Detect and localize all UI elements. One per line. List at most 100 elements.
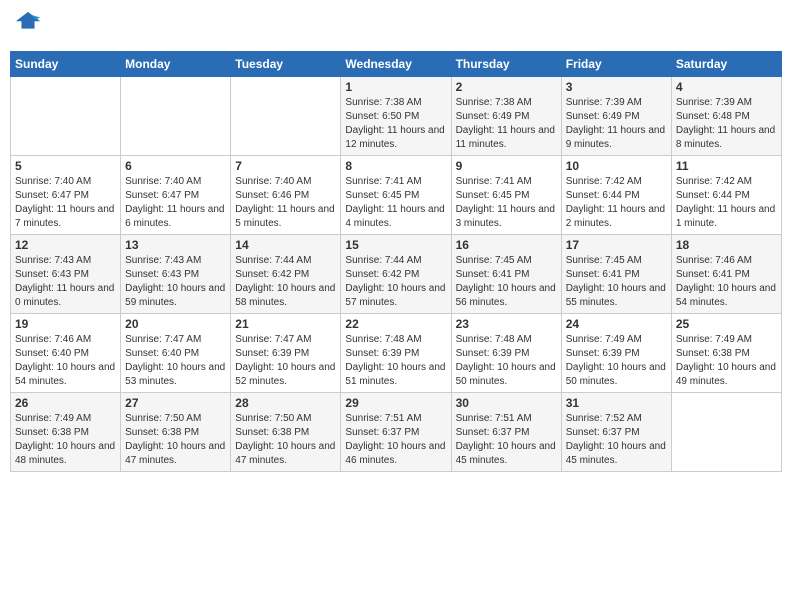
- day-number: 9: [456, 159, 557, 173]
- calendar-cell: 28 Sunrise: 7:50 AM Sunset: 6:38 PM Dayli…: [231, 393, 341, 472]
- calendar-cell: [671, 393, 781, 472]
- calendar-cell: [121, 77, 231, 156]
- calendar-table: SundayMondayTuesdayWednesdayThursdayFrid…: [10, 51, 782, 472]
- day-number: 28: [235, 396, 336, 410]
- day-info: Sunrise: 7:46 AM Sunset: 6:40 PM Dayligh…: [15, 333, 116, 389]
- day-number: 27: [125, 396, 226, 410]
- day-info: Sunrise: 7:50 AM Sunset: 6:38 PM Dayligh…: [235, 412, 336, 468]
- col-header-saturday: Saturday: [671, 52, 781, 77]
- day-info: Sunrise: 7:47 AM Sunset: 6:40 PM Dayligh…: [125, 333, 226, 389]
- calendar-cell: 14 Sunrise: 7:44 AM Sunset: 6:42 PM Dayli…: [231, 235, 341, 314]
- day-info: Sunrise: 7:48 AM Sunset: 6:39 PM Dayligh…: [345, 333, 446, 389]
- calendar-cell: 27 Sunrise: 7:50 AM Sunset: 6:38 PM Dayli…: [121, 393, 231, 472]
- day-info: Sunrise: 7:44 AM Sunset: 6:42 PM Dayligh…: [235, 254, 336, 310]
- calendar-cell: [231, 77, 341, 156]
- day-number: 12: [15, 238, 116, 252]
- day-number: 25: [676, 317, 777, 331]
- day-number: 5: [15, 159, 116, 173]
- day-number: 8: [345, 159, 446, 173]
- calendar-cell: 12Sunrise: 7:43 AM Sunset: 6:43 PM Dayli…: [11, 235, 121, 314]
- calendar-cell: 6Sunrise: 7:40 AM Sunset: 6:47 PM Daylig…: [121, 156, 231, 235]
- col-header-wednesday: Wednesday: [341, 52, 451, 77]
- calendar-cell: 1 Sunrise: 7:38 AM Sunset: 6:50 PM Daylig…: [341, 77, 451, 156]
- calendar-cell: 11Sunrise: 7:42 AM Sunset: 6:44 PM Dayli…: [671, 156, 781, 235]
- calendar-cell: 25 Sunrise: 7:49 AM Sunset: 6:38 PM Dayli…: [671, 314, 781, 393]
- logo: [14, 10, 44, 43]
- day-number: 14: [235, 238, 336, 252]
- calendar-cell: 29 Sunrise: 7:51 AM Sunset: 6:37 PM Dayli…: [341, 393, 451, 472]
- calendar-cell: 17 Sunrise: 7:45 AM Sunset: 6:41 PM Dayli…: [561, 235, 671, 314]
- calendar-cell: 30 Sunrise: 7:51 AM Sunset: 6:37 PM Dayli…: [451, 393, 561, 472]
- day-info: Sunrise: 7:46 AM Sunset: 6:41 PM Dayligh…: [676, 254, 777, 310]
- calendar-cell: 7 Sunrise: 7:40 AM Sunset: 6:46 PM Daylig…: [231, 156, 341, 235]
- col-header-sunday: Sunday: [11, 52, 121, 77]
- calendar-cell: 24 Sunrise: 7:49 AM Sunset: 6:39 PM Dayli…: [561, 314, 671, 393]
- calendar-cell: 13Sunrise: 7:43 AM Sunset: 6:43 PM Dayli…: [121, 235, 231, 314]
- day-number: 7: [235, 159, 336, 173]
- day-number: 16: [456, 238, 557, 252]
- day-number: 1: [345, 80, 446, 94]
- day-number: 20: [125, 317, 226, 331]
- day-number: 23: [456, 317, 557, 331]
- day-info: Sunrise: 7:39 AM Sunset: 6:48 PM Dayligh…: [676, 96, 777, 152]
- calendar-cell: 26Sunrise: 7:49 AM Sunset: 6:38 PM Dayli…: [11, 393, 121, 472]
- logo-icon: [14, 10, 42, 38]
- day-info: Sunrise: 7:50 AM Sunset: 6:38 PM Dayligh…: [125, 412, 226, 468]
- day-number: 24: [566, 317, 667, 331]
- calendar-cell: 22 Sunrise: 7:48 AM Sunset: 6:39 PM Dayli…: [341, 314, 451, 393]
- day-number: 30: [456, 396, 557, 410]
- calendar-cell: 10Sunrise: 7:42 AM Sunset: 6:44 PM Dayli…: [561, 156, 671, 235]
- col-header-friday: Friday: [561, 52, 671, 77]
- day-number: 21: [235, 317, 336, 331]
- col-header-thursday: Thursday: [451, 52, 561, 77]
- calendar-cell: 20 Sunrise: 7:47 AM Sunset: 6:40 PM Dayli…: [121, 314, 231, 393]
- day-number: 29: [345, 396, 446, 410]
- calendar-cell: 3Sunrise: 7:39 AM Sunset: 6:49 PM Daylig…: [561, 77, 671, 156]
- calendar-cell: 9 Sunrise: 7:41 AM Sunset: 6:45 PM Daylig…: [451, 156, 561, 235]
- day-info: Sunrise: 7:51 AM Sunset: 6:37 PM Dayligh…: [345, 412, 446, 468]
- day-info: Sunrise: 7:52 AM Sunset: 6:37 PM Dayligh…: [566, 412, 667, 468]
- week-row-1: 1 Sunrise: 7:38 AM Sunset: 6:50 PM Daylig…: [11, 77, 782, 156]
- calendar-cell: 8 Sunrise: 7:41 AM Sunset: 6:45 PM Daylig…: [341, 156, 451, 235]
- day-info: Sunrise: 7:40 AM Sunset: 6:47 PM Dayligh…: [15, 175, 116, 231]
- day-info: Sunrise: 7:47 AM Sunset: 6:39 PM Dayligh…: [235, 333, 336, 389]
- day-number: 26: [15, 396, 116, 410]
- calendar-cell: 19 Sunrise: 7:46 AM Sunset: 6:40 PM Dayli…: [11, 314, 121, 393]
- day-info: Sunrise: 7:44 AM Sunset: 6:42 PM Dayligh…: [345, 254, 446, 310]
- day-number: 4: [676, 80, 777, 94]
- calendar-cell: 31 Sunrise: 7:52 AM Sunset: 6:37 PM Dayli…: [561, 393, 671, 472]
- day-info: Sunrise: 7:41 AM Sunset: 6:45 PM Dayligh…: [456, 175, 557, 231]
- header-row: SundayMondayTuesdayWednesdayThursdayFrid…: [11, 52, 782, 77]
- day-info: Sunrise: 7:45 AM Sunset: 6:41 PM Dayligh…: [566, 254, 667, 310]
- day-number: 10: [566, 159, 667, 173]
- calendar-cell: 2 Sunrise: 7:38 AM Sunset: 6:49 PM Daylig…: [451, 77, 561, 156]
- day-number: 17: [566, 238, 667, 252]
- week-row-4: 19 Sunrise: 7:46 AM Sunset: 6:40 PM Dayli…: [11, 314, 782, 393]
- day-info: Sunrise: 7:39 AM Sunset: 6:49 PM Dayligh…: [566, 96, 667, 152]
- week-row-5: 26Sunrise: 7:49 AM Sunset: 6:38 PM Dayli…: [11, 393, 782, 472]
- day-info: Sunrise: 7:49 AM Sunset: 6:38 PM Dayligh…: [676, 333, 777, 389]
- calendar-cell: 15 Sunrise: 7:44 AM Sunset: 6:42 PM Dayli…: [341, 235, 451, 314]
- day-info: Sunrise: 7:48 AM Sunset: 6:39 PM Dayligh…: [456, 333, 557, 389]
- day-info: Sunrise: 7:51 AM Sunset: 6:37 PM Dayligh…: [456, 412, 557, 468]
- day-info: Sunrise: 7:49 AM Sunset: 6:39 PM Dayligh…: [566, 333, 667, 389]
- day-number: 22: [345, 317, 446, 331]
- calendar-cell: [11, 77, 121, 156]
- day-number: 2: [456, 80, 557, 94]
- col-header-tuesday: Tuesday: [231, 52, 341, 77]
- day-info: Sunrise: 7:41 AM Sunset: 6:45 PM Dayligh…: [345, 175, 446, 231]
- col-header-monday: Monday: [121, 52, 231, 77]
- calendar-cell: 5 Sunrise: 7:40 AM Sunset: 6:47 PM Daylig…: [11, 156, 121, 235]
- calendar-cell: 16Sunrise: 7:45 AM Sunset: 6:41 PM Dayli…: [451, 235, 561, 314]
- calendar-cell: 18Sunrise: 7:46 AM Sunset: 6:41 PM Dayli…: [671, 235, 781, 314]
- day-number: 11: [676, 159, 777, 173]
- day-info: Sunrise: 7:38 AM Sunset: 6:49 PM Dayligh…: [456, 96, 557, 152]
- day-info: Sunrise: 7:38 AM Sunset: 6:50 PM Dayligh…: [345, 96, 446, 152]
- day-info: Sunrise: 7:40 AM Sunset: 6:46 PM Dayligh…: [235, 175, 336, 231]
- day-number: 19: [15, 317, 116, 331]
- calendar-cell: 21 Sunrise: 7:47 AM Sunset: 6:39 PM Dayli…: [231, 314, 341, 393]
- day-number: 31: [566, 396, 667, 410]
- week-row-3: 12 Sunrise: 7:43 AM Sunset: 6:43 PM Dayli…: [11, 235, 782, 314]
- day-info: Sunrise: 7:43 AM Sunset: 6:43 PM Dayligh…: [125, 254, 226, 310]
- day-number: 15: [345, 238, 446, 252]
